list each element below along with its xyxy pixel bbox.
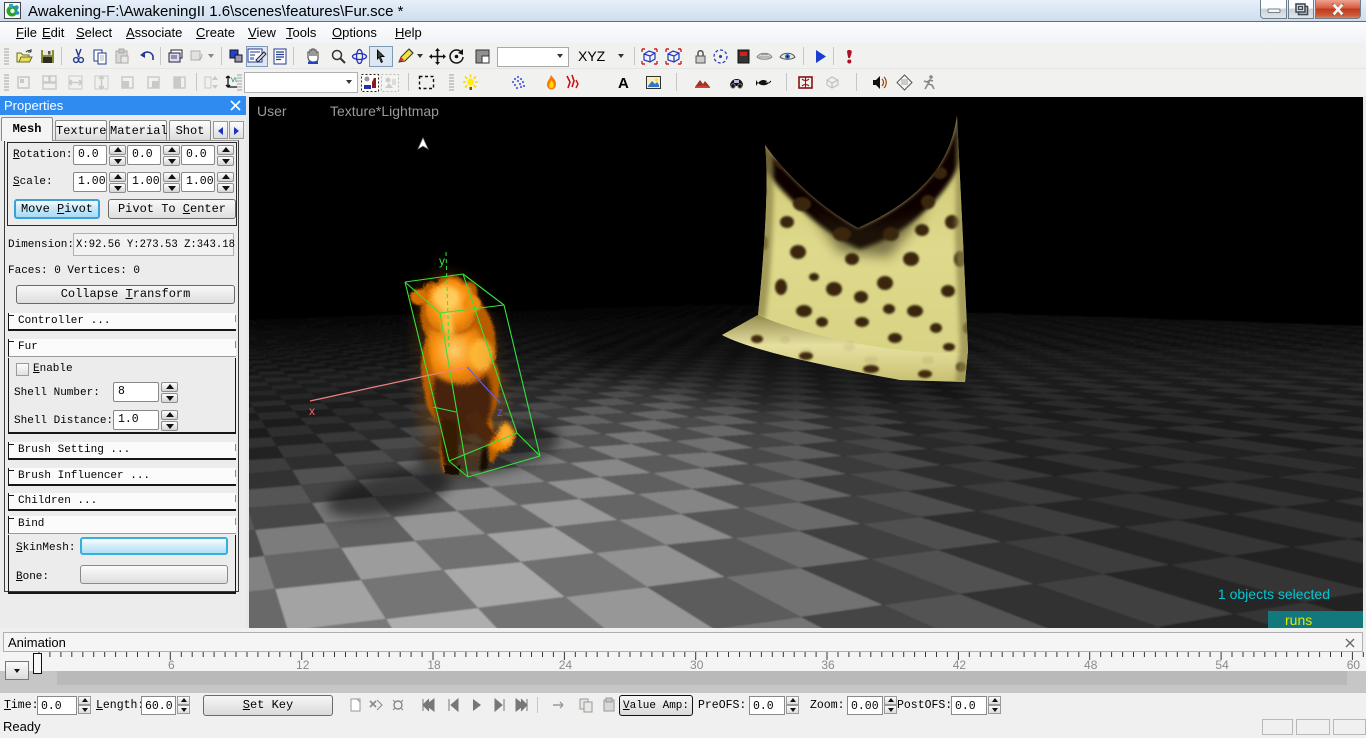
svg-text:48: 48 <box>1084 658 1098 672</box>
svg-text:42: 42 <box>953 658 967 672</box>
svg-text:36: 36 <box>821 658 835 672</box>
svg-text:y: y <box>439 254 445 268</box>
svg-text:24: 24 <box>559 658 573 672</box>
svg-text:60: 60 <box>1347 658 1361 672</box>
svg-text:54: 54 <box>1215 658 1229 672</box>
svg-text:12: 12 <box>296 658 310 672</box>
svg-text:x: x <box>309 404 315 418</box>
svg-text:30: 30 <box>690 658 704 672</box>
svg-text:z: z <box>497 405 503 419</box>
svg-text:18: 18 <box>427 658 441 672</box>
svg-text:A: A <box>618 75 629 91</box>
svg-text:6: 6 <box>168 658 175 672</box>
